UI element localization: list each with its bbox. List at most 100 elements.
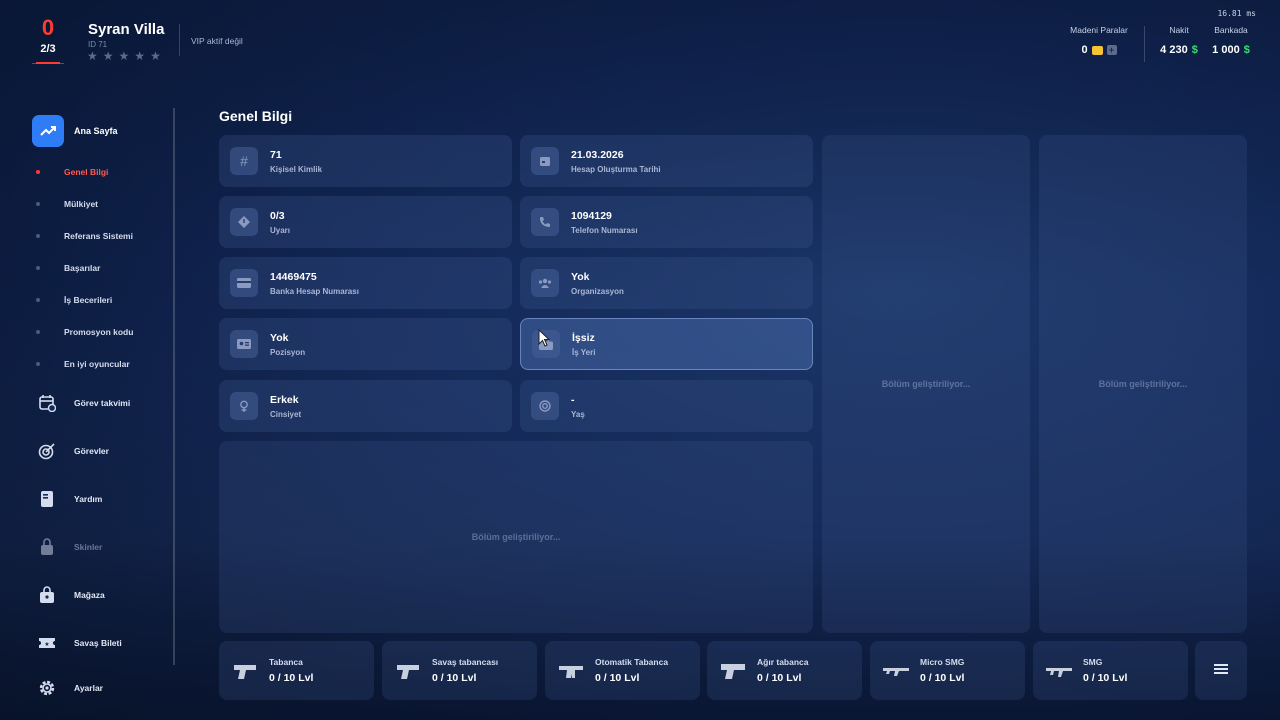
- card-label: Banka Hesap Numarası: [270, 286, 359, 296]
- sidebar-item-help[interactable]: Yardım: [38, 490, 102, 508]
- card-value: -: [571, 393, 575, 406]
- group-icon: [531, 269, 559, 297]
- sidebar-sub-label: Referans Sistemi: [64, 231, 133, 241]
- coins-value-row: 0 +: [1070, 44, 1128, 56]
- info-card-created-date: 21.03.2026 Hesap Oluşturma Tarihi: [520, 135, 813, 187]
- sidebar-item-home[interactable]: Ana Sayfa: [32, 115, 118, 147]
- micro-smg-icon: [882, 661, 910, 681]
- calendar-icon: [38, 394, 56, 412]
- more-weapons-button[interactable]: [1195, 641, 1247, 700]
- info-card-phone: 1094129 Telefon Numarası: [520, 196, 813, 248]
- sidebar-item-label: Görevler: [74, 446, 109, 456]
- weapon-skill-combat-pistol[interactable]: Savaş tabancası 0 / 10 Lvl: [382, 641, 537, 700]
- weapon-level: 0 / 10 Lvl: [1083, 672, 1128, 684]
- info-card-personal-id: # 71 Kişisel Kimlik: [219, 135, 512, 187]
- card-value: 0/3: [270, 209, 285, 222]
- coin-icon: [1091, 45, 1103, 55]
- coins-value: 0: [1081, 44, 1088, 56]
- placeholder-text: Bölüm geliştiriliyor...: [881, 379, 971, 389]
- trend-up-icon: [32, 115, 64, 147]
- header-divider: [179, 24, 180, 56]
- sidebar-sub-promo-code[interactable]: Promosyon kodu: [36, 327, 133, 337]
- weapon-skill-heavy-pistol[interactable]: Ağır tabanca 0 / 10 Lvl: [707, 641, 862, 700]
- weapon-level: 0 / 10 Lvl: [920, 672, 965, 684]
- placeholder-text: Bölüm geliştiriliyor...: [471, 532, 561, 542]
- placeholder-panel: Bölüm geliştiriliyor...: [219, 441, 813, 633]
- sidebar-item-battle-pass[interactable]: ★ Savaş Bileti: [38, 634, 122, 652]
- phone-icon: [531, 208, 559, 236]
- star-rating: ★ ★ ★ ★ ★: [87, 49, 161, 63]
- weapon-level: 0 / 10 Lvl: [269, 672, 314, 684]
- card-label: Organizasyon: [571, 286, 624, 296]
- card-label: Telefon Numarası: [571, 225, 638, 235]
- age-icon: [531, 392, 559, 420]
- bank-label: Bankada: [1214, 25, 1248, 35]
- sidebar-item-settings[interactable]: Ayarlar: [38, 679, 103, 697]
- sidebar-sub-achievements[interactable]: Başarılar: [36, 263, 100, 273]
- dot: [36, 330, 40, 334]
- sidebar-sub-job-skills[interactable]: İş Becerileri: [36, 295, 112, 305]
- sidebar-item-label: Görev takvimi: [74, 398, 131, 408]
- star-icon: ★: [87, 49, 98, 63]
- sidebar-sub-property[interactable]: Mülkiyet: [36, 199, 98, 209]
- sidebar-sub-label: İş Becerileri: [64, 295, 113, 305]
- vip-status: VIP aktif değil: [191, 36, 243, 46]
- card-value: 1094129: [571, 209, 612, 222]
- sidebar-sub-label: Başarılar: [64, 263, 101, 273]
- bank-value: 1 000: [1212, 44, 1240, 56]
- cash-block: Nakit 4 230 $: [1156, 25, 1202, 56]
- sidebar-sub-referral[interactable]: Referans Sistemi: [36, 231, 133, 241]
- card-value: Erkek: [270, 393, 299, 406]
- placeholder-panel: Bölüm geliştiriliyor...: [1039, 135, 1247, 633]
- money-divider: [1144, 26, 1145, 62]
- weapon-skill-smg[interactable]: SMG 0 / 10 Lvl: [1033, 641, 1188, 700]
- card-value: 21.03.2026: [571, 148, 624, 161]
- placeholder-text: Bölüm geliştiriliyor...: [1098, 379, 1188, 389]
- sidebar-item-label: Skinler: [74, 542, 103, 552]
- dollar-icon: $: [1243, 44, 1250, 56]
- sidebar-item-task-calendar[interactable]: Görev takvimi: [38, 394, 130, 412]
- sidebar-scrollbar[interactable]: [173, 108, 175, 665]
- weapon-skill-pistol[interactable]: Tabanca 0 / 10 Lvl: [219, 641, 374, 700]
- info-card-age: - Yaş: [520, 380, 813, 432]
- sidebar-sub-top-players[interactable]: En iyi oyuncular: [36, 359, 130, 369]
- auto-pistol-icon: [557, 661, 585, 681]
- bank-block: Bankada 1 000 $: [1208, 25, 1254, 56]
- weapon-level: 0 / 10 Lvl: [432, 672, 477, 684]
- coins-block: Madeni Paralar 0 +: [1070, 25, 1128, 56]
- dollar-icon: $: [1191, 44, 1198, 56]
- star-icon: ★: [102, 49, 114, 63]
- sidebar-item-shop[interactable]: Mağaza: [38, 586, 105, 604]
- card-value: Yok: [270, 331, 289, 344]
- warning-icon: [230, 208, 258, 236]
- dot: [36, 362, 40, 366]
- weapon-skill-auto-pistol[interactable]: Otomatik Tabanca 0 / 10 Lvl: [545, 641, 700, 700]
- weapon-name: Otomatik Tabanca: [595, 657, 669, 667]
- gender-icon: [230, 392, 258, 420]
- cash-value-row: 4 230 $: [1156, 44, 1202, 56]
- add-coins-icon[interactable]: +: [1106, 45, 1117, 55]
- shopping-bag-icon: [38, 586, 56, 604]
- card-value: 14469475: [270, 270, 317, 283]
- sidebar-sub-general-info[interactable]: Genel Bilgi: [36, 167, 108, 177]
- sidebar-item-label: Ana Sayfa: [74, 126, 118, 136]
- dot: [36, 234, 40, 238]
- weapon-skill-micro-smg[interactable]: Micro SMG 0 / 10 Lvl: [870, 641, 1025, 700]
- pistol-icon: [394, 661, 422, 681]
- card-label: Kişisel Kimlik: [270, 164, 323, 174]
- book-icon: [38, 490, 56, 508]
- smg-icon: [1045, 661, 1073, 681]
- dot: [36, 202, 40, 206]
- weapon-level: 0 / 10 Lvl: [757, 672, 802, 684]
- sidebar-sub-label: En iyi oyuncular: [64, 359, 130, 369]
- menu-icon: [1214, 662, 1228, 680]
- star-icon: ★: [150, 49, 161, 63]
- id-card-icon: [230, 330, 258, 358]
- sidebar-item-skins[interactable]: Skinler: [38, 538, 102, 556]
- weapon-name: Savaş tabancası: [432, 657, 499, 667]
- player-id: ID 71: [88, 40, 108, 49]
- star-icon: ★: [118, 49, 130, 63]
- heavy-pistol-icon: [719, 661, 747, 681]
- hash-icon: #: [230, 147, 258, 175]
- sidebar-item-tasks[interactable]: Görevler: [38, 442, 109, 460]
